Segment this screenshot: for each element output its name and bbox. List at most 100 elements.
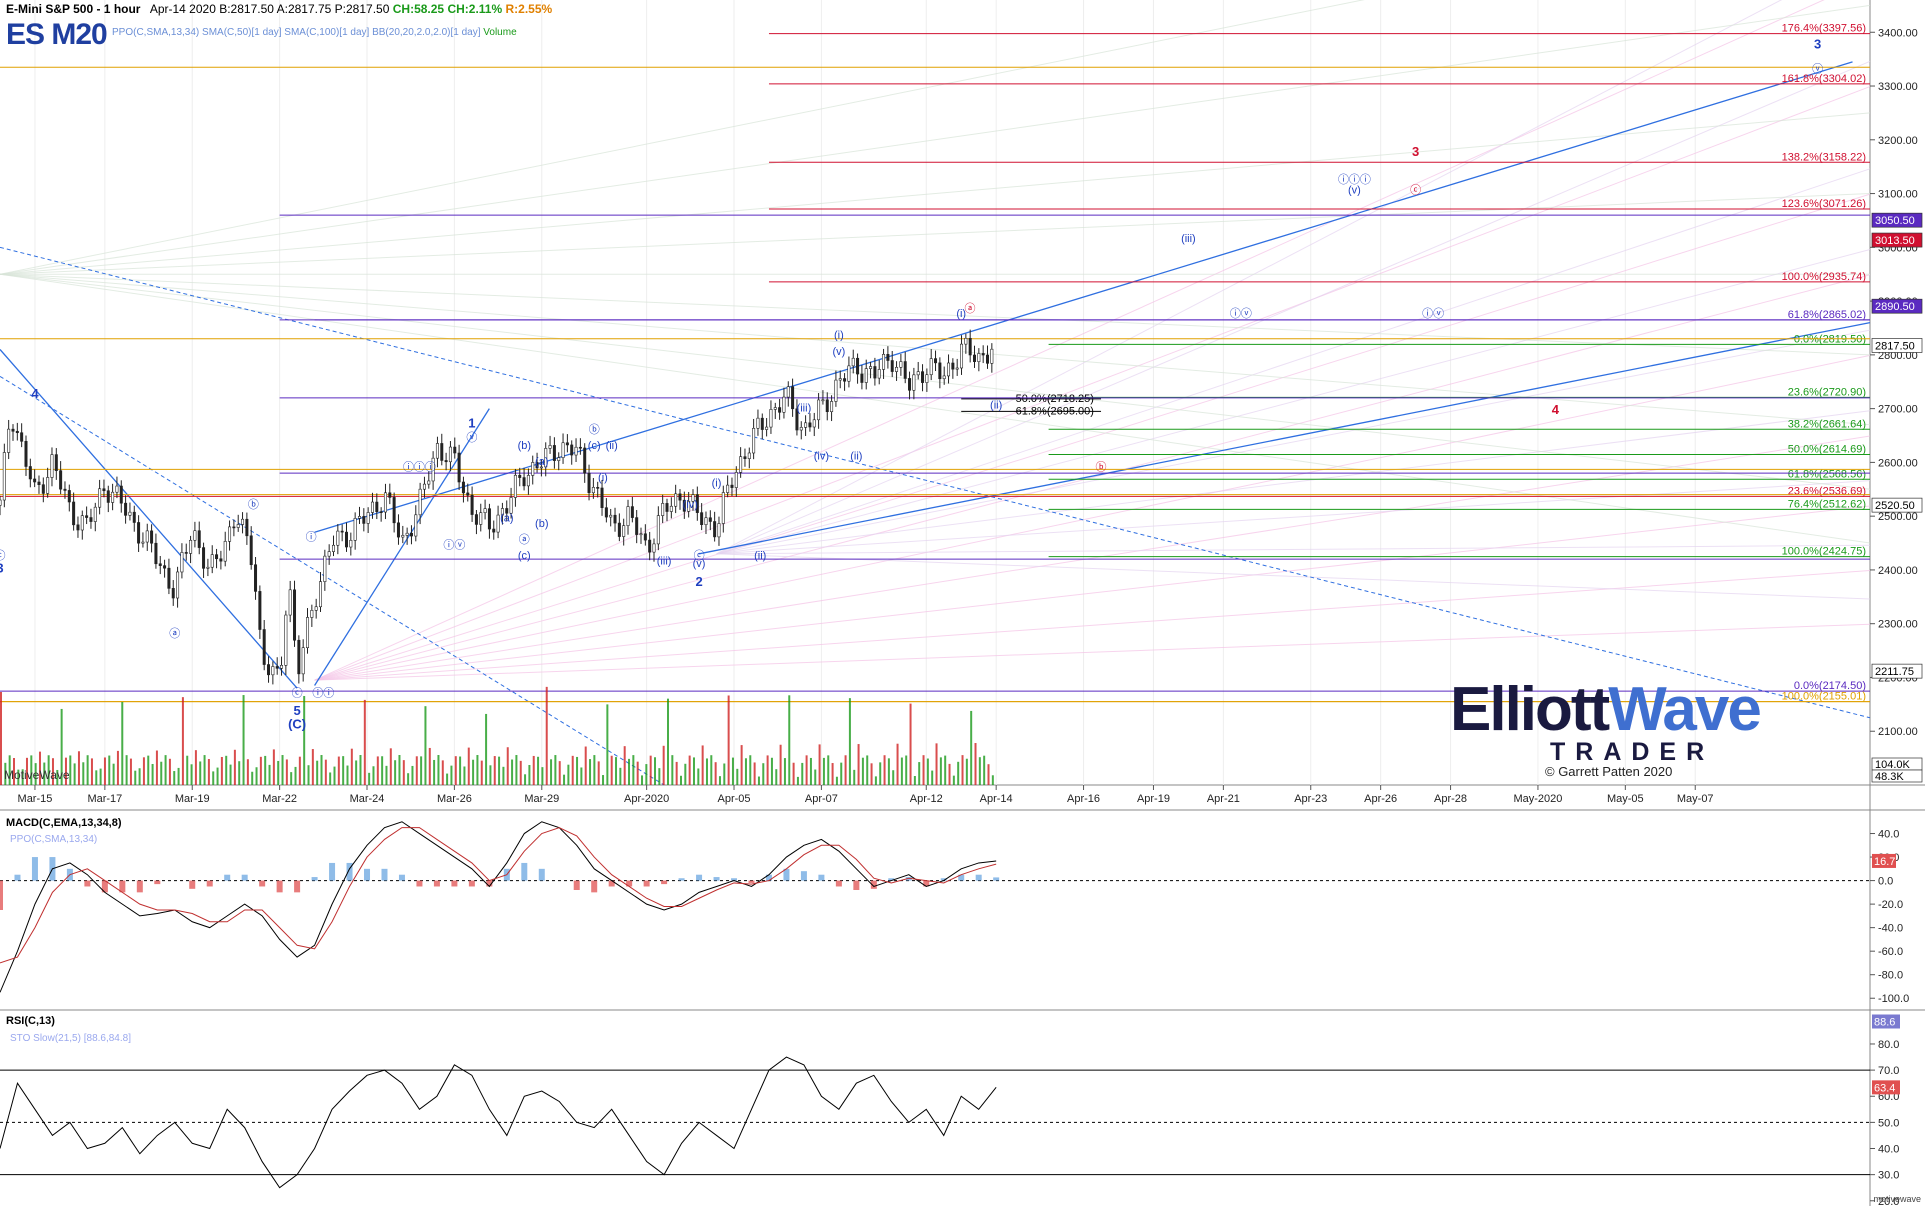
quote-range: R:2.55% xyxy=(505,2,553,16)
volume-bar xyxy=(316,760,319,785)
macd-signal-line xyxy=(0,827,997,964)
price-badge-label: 2890.50 xyxy=(1875,301,1915,313)
logo-copyright: © Garrett Patten 2020 xyxy=(1545,764,1673,779)
candle-body xyxy=(873,366,877,379)
x-tick-label: Apr-2020 xyxy=(624,793,669,805)
macd-y-tick-label: -100.0 xyxy=(1878,993,1909,1005)
wave-label: 3 xyxy=(0,561,4,576)
volume-bar xyxy=(632,755,635,785)
volume-bar xyxy=(99,768,102,785)
fib-level-label: 23.6%(2536.69) xyxy=(1788,485,1866,497)
volume-bar xyxy=(935,743,938,785)
candle-body xyxy=(570,444,574,456)
volume-bar xyxy=(597,761,600,785)
candle-body xyxy=(955,367,959,370)
volume-bar xyxy=(827,755,830,785)
candle-body xyxy=(947,362,951,377)
volume-bar xyxy=(177,767,180,785)
candle-body xyxy=(834,379,838,402)
volume-bar xyxy=(974,743,977,785)
candle-body xyxy=(513,474,517,498)
candle-body xyxy=(869,366,873,369)
candle-body xyxy=(769,409,773,428)
macd-y-tick-label: 0.0 xyxy=(1878,876,1893,888)
quote-change-pct: CH:2.11% xyxy=(447,2,503,16)
volume-bar xyxy=(567,764,570,785)
volume-bar xyxy=(645,764,648,785)
volume-bar xyxy=(359,755,362,785)
candle-body xyxy=(986,354,990,364)
candle-body xyxy=(960,343,964,369)
wave-label: ⓑ xyxy=(1096,460,1107,473)
wave-label: 3 xyxy=(1412,144,1419,159)
candle-body xyxy=(262,629,266,665)
volume-bar xyxy=(277,760,280,785)
candle-body xyxy=(357,516,361,519)
macd-histogram-bar xyxy=(14,874,21,881)
candle-body xyxy=(479,512,483,525)
x-tick-label: May-2020 xyxy=(1513,793,1562,805)
candle-body xyxy=(215,554,219,560)
volume-bar xyxy=(320,755,323,785)
candle-body xyxy=(344,531,348,548)
wave-label: (ii) xyxy=(754,550,766,562)
wave-label: (v) xyxy=(1348,185,1361,197)
candle-body xyxy=(362,516,366,524)
macd-histogram-bar xyxy=(538,868,545,881)
candle-body xyxy=(59,470,63,490)
candle-body xyxy=(916,371,920,376)
x-tick-label: May-07 xyxy=(1677,793,1714,805)
fib-level-label: 38.2%(2661.64) xyxy=(1788,418,1866,430)
fan-line xyxy=(314,193,1871,681)
candle-body xyxy=(804,422,808,428)
candle-body xyxy=(903,361,907,379)
candle-body xyxy=(734,472,738,488)
candle-body xyxy=(821,399,825,402)
candle-body xyxy=(721,492,725,524)
candle-body xyxy=(977,353,981,362)
volume-bar xyxy=(983,755,986,785)
candle-body xyxy=(323,555,327,582)
studies-legend: PPO(C,SMA,13,34) SMA(C,50)[1 day] SMA(C,… xyxy=(112,27,517,38)
wave-label: ⓑ xyxy=(248,498,259,511)
macd-histogram-bar xyxy=(643,880,650,887)
candle-body xyxy=(375,501,379,512)
volume-bar xyxy=(550,759,553,785)
candle-body xyxy=(124,502,128,516)
volume-bar xyxy=(714,762,717,785)
wave-label: (iv) xyxy=(814,451,829,463)
candle-body xyxy=(934,358,938,364)
candle-body xyxy=(193,530,197,541)
wave-label: 2 xyxy=(695,574,702,589)
volume-bar xyxy=(463,766,466,785)
quote-price: P:2817.50 xyxy=(334,2,390,16)
macd-histogram-bar xyxy=(800,871,807,881)
fib-level-label: 100.0%(2935.74) xyxy=(1782,271,1866,283)
candle-body xyxy=(284,614,288,666)
volume-bar xyxy=(727,695,730,785)
candle-body xyxy=(93,506,97,522)
candle-body xyxy=(587,472,591,494)
candle-body xyxy=(622,525,626,537)
volume-bar xyxy=(623,746,626,785)
studies-list: PPO(C,SMA,13,34) SMA(C,50)[1 day] SMA(C,… xyxy=(112,27,481,38)
macd-histogram-bar xyxy=(748,880,755,883)
wave-label: (i) xyxy=(712,478,722,490)
candle-body xyxy=(752,427,756,454)
volume-bar xyxy=(671,755,674,785)
wave-label: ⓘⓥ xyxy=(1230,307,1252,320)
volume-bar xyxy=(593,755,596,785)
x-tick-label: Mar-15 xyxy=(18,793,53,805)
x-tick-label: Apr-28 xyxy=(1434,793,1467,805)
candle-body xyxy=(609,514,613,518)
volume-bar xyxy=(472,759,475,785)
volume-bar xyxy=(424,706,427,785)
volume-bar xyxy=(584,746,587,785)
volume-bar xyxy=(818,744,821,785)
volume-bar xyxy=(307,765,310,785)
volume-bar xyxy=(502,766,505,785)
volume-bar xyxy=(402,760,405,785)
volume-bar xyxy=(537,756,540,785)
volume-bar xyxy=(233,749,236,785)
candle-body xyxy=(557,457,561,461)
